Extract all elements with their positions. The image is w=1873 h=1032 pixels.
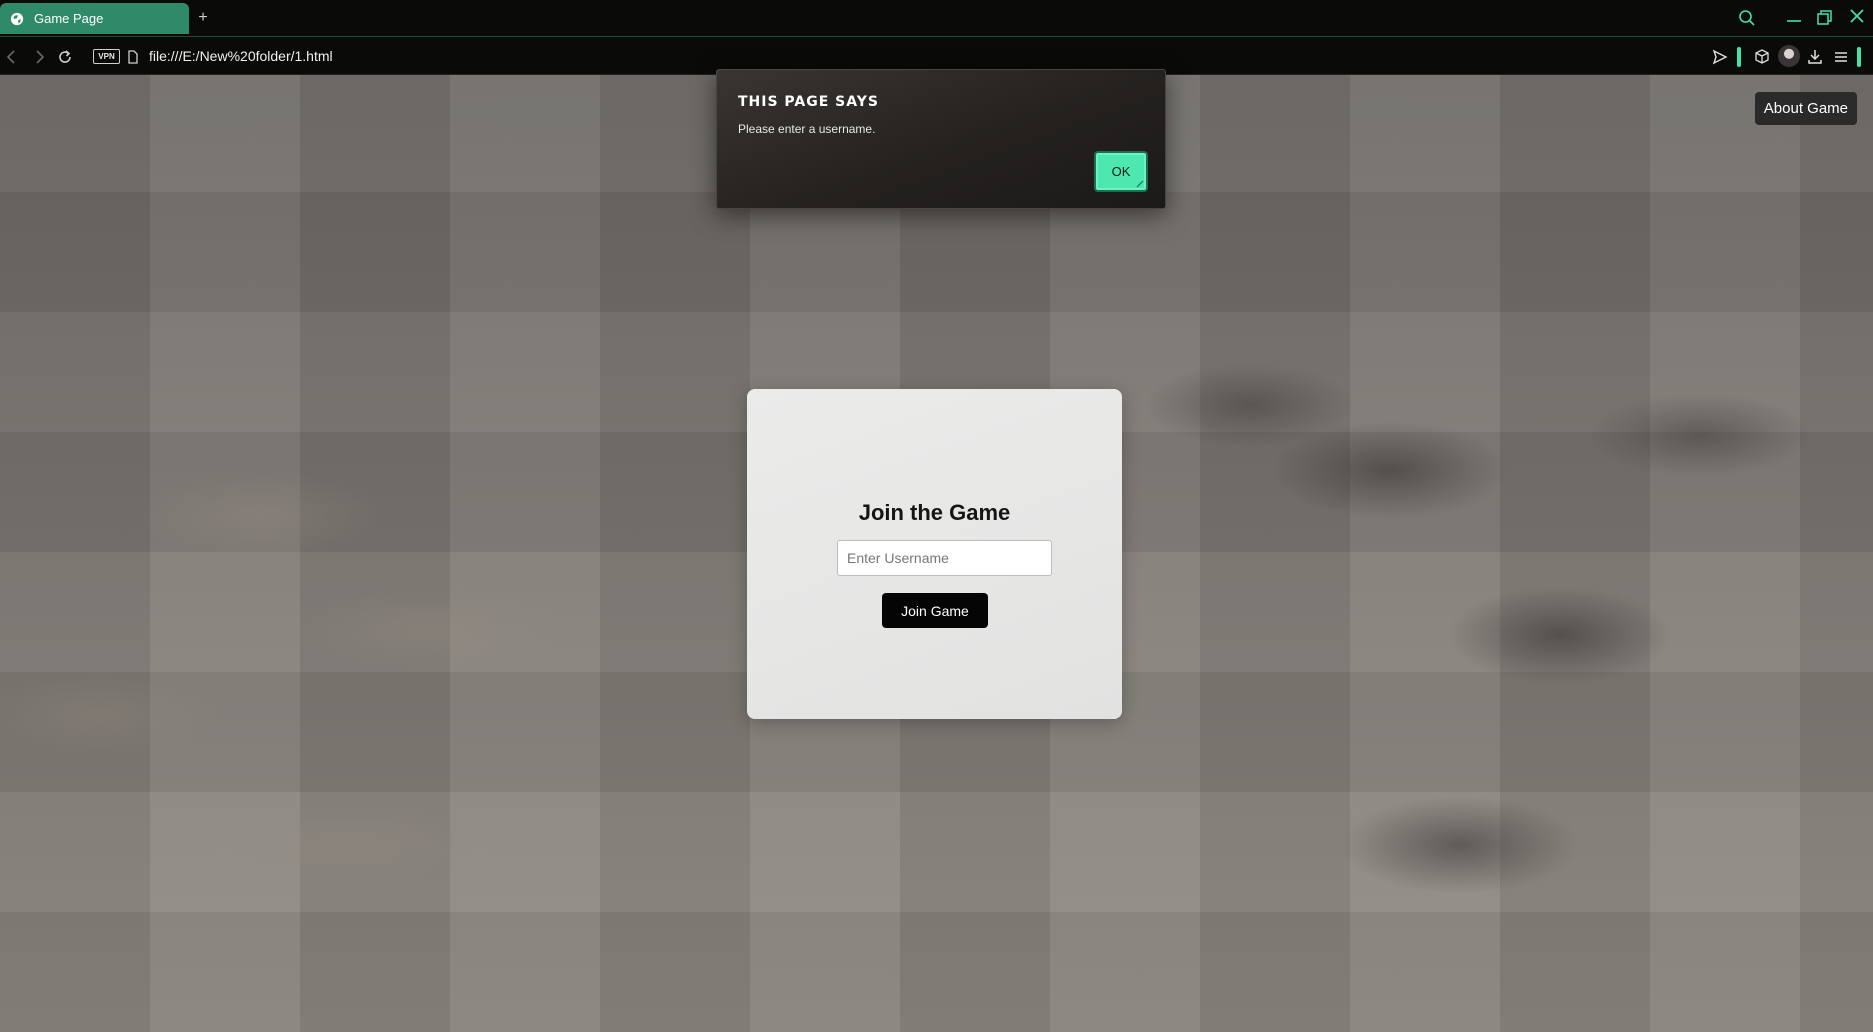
new-tab-button[interactable]: + [195,10,211,26]
ok-label: OK [1111,164,1131,179]
tab-game-page[interactable]: Game Page [0,3,189,34]
sidebar-indicator-right [1857,47,1861,67]
vpn-badge[interactable]: VPN [93,49,120,64]
back-icon[interactable] [3,48,21,66]
about-game-button[interactable]: About Game [1754,92,1857,125]
alert-dialog: THIS PAGE SAYS Please enter a username. … [716,69,1166,209]
username-input[interactable] [837,540,1052,576]
profile-avatar[interactable] [1778,45,1800,67]
menu-icon[interactable] [1832,48,1850,66]
file-icon [128,50,138,64]
dialog-title: THIS PAGE SAYS [738,94,879,110]
download-icon[interactable] [1806,48,1824,66]
globe-icon [10,12,24,25]
ok-button[interactable]: OK [1094,151,1148,192]
join-game-card: Join the Game Join Game [747,389,1122,719]
dialog-message: Please enter a username. [738,122,876,136]
join-game-button[interactable]: Join Game [882,593,988,628]
send-icon[interactable] [1711,48,1729,66]
reload-icon[interactable] [56,48,74,66]
search-icon[interactable] [1737,8,1757,28]
sidebar-indicator [1737,47,1741,67]
url-text[interactable]: file:///E:/New%20folder/1.html [149,48,333,64]
join-title: Join the Game [858,500,1011,525]
forward-icon[interactable] [30,48,48,66]
extension-cube-icon[interactable] [1753,48,1771,66]
close-icon[interactable] [1847,6,1867,26]
browser-title-bar: Game Page + [0,0,1873,37]
restore-icon[interactable] [1815,8,1835,28]
tab-title: Game Page [34,11,104,26]
minimize-icon[interactable] [1784,8,1804,28]
resize-corner-icon [1136,180,1144,188]
game-page-background: About Game Join the Game Join Game [0,75,1873,1032]
